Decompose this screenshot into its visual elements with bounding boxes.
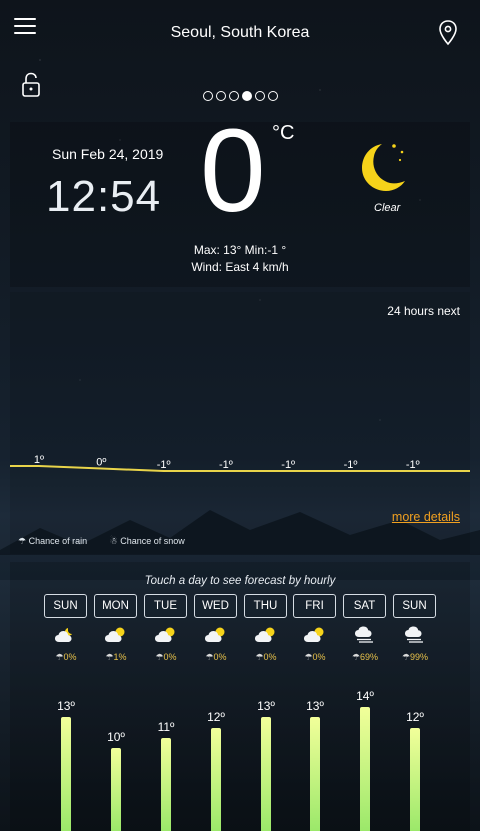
hourly-heading: 24 hours next [387, 304, 460, 318]
hour-temp-label: 0º [96, 457, 106, 469]
day-button[interactable]: MON [94, 594, 137, 618]
day-precip-chance: ☂0% [255, 652, 277, 662]
day-temp-label: 13º [257, 699, 275, 714]
app-header: Seoul, South Korea [0, 0, 480, 70]
hourly-forecast-panel[interactable]: 24 hours next 12:00 am☂0%01:00 am☂0%02:0… [10, 292, 470, 554]
day-button[interactable]: THU [244, 594, 287, 618]
wind-info: Wind: East 4 km/h [191, 260, 289, 274]
daily-forecast-panel: Touch a day to see forecast by hourly SU… [10, 562, 470, 831]
day-column: TUE ☂0% [144, 594, 188, 663]
current-time: 12:54 [46, 172, 162, 221]
location-pin-icon[interactable] [438, 20, 458, 46]
day-temp-bar [360, 707, 370, 831]
partly-cloudy-sun-icon [254, 626, 278, 644]
umbrella-icon: ☂ [55, 652, 64, 662]
hour-temp-label: -1º [281, 459, 295, 471]
partly-cloudy-sun-icon [104, 626, 128, 644]
current-weather-panel: Sun Feb 24, 2019 12:54 0 °C Clear Max: 1… [10, 112, 470, 287]
hour-temp-label: 1º [34, 454, 44, 466]
legend-rain: ☂ Chance of rain [18, 536, 88, 546]
hour-temp-label: -1º [406, 459, 420, 471]
temperature-unit: °C [272, 122, 295, 144]
umbrella-icon: ☂ [255, 652, 264, 662]
day-precip-chance: ☂69% [351, 652, 379, 662]
day-column: SAT ☂69% [343, 594, 387, 663]
day-precip-chance: ☂0% [55, 652, 77, 662]
minmax-temperature: Max: 13° Min:-1 ° [193, 243, 287, 257]
day-temp-bar [111, 748, 121, 831]
condition-text: Clear [374, 202, 401, 214]
umbrella-icon: ☂ [105, 652, 114, 662]
umbrella-icon: ☂ [401, 652, 411, 662]
day-column: WED ☂0% [194, 594, 238, 663]
page-dot[interactable] [215, 91, 226, 101]
legend: ☂ Chance of rain ☃ Chance of snow [18, 536, 205, 547]
day-button[interactable]: WED [194, 594, 237, 618]
day-precip-chance: ☂0% [205, 652, 227, 662]
day-button[interactable]: TUE [144, 594, 187, 618]
legend-snow: ☃ Chance of snow [109, 536, 185, 546]
snow-cloud-icon [353, 626, 377, 644]
crescent-moon-icon [362, 144, 405, 191]
day-column: THU ☂0% [244, 594, 288, 663]
hourly-temperature-line: 1º 0º -1º -1º -1º -1º -1º [10, 454, 470, 472]
day-temp-label: 13º [57, 699, 75, 714]
day-temp-bar [410, 727, 420, 831]
day-column: SUN ☂99% [393, 594, 437, 663]
hour-temp-label: -1º [157, 459, 171, 471]
daily-hint: Touch a day to see forecast by hourly [144, 575, 336, 587]
day-column: MON ☂1% [94, 594, 138, 663]
day-temp-bar [61, 717, 71, 831]
day-temp-bar [211, 727, 221, 831]
city-title[interactable]: Seoul, South Korea [0, 24, 480, 42]
page-dot[interactable] [241, 91, 252, 101]
umbrella-icon: ☂ [205, 652, 214, 662]
page-dot[interactable] [254, 91, 265, 101]
day-temp-label: 11º [157, 720, 175, 734]
day-column: FRI ☂0% [293, 594, 337, 663]
day-temp-bar [310, 717, 320, 831]
temp-line-path [10, 465, 470, 472]
page-dot[interactable] [228, 91, 239, 101]
snow-cloud-icon [403, 626, 427, 644]
day-precip-chance: ☂0% [304, 652, 326, 662]
day-temp-label: 13º [306, 699, 324, 714]
partly-cloudy-sun-icon [303, 626, 327, 644]
partly-cloudy-sun-icon [154, 626, 178, 644]
day-button[interactable]: SUN [44, 594, 87, 618]
umbrella-icon: ☂ [155, 652, 164, 662]
day-temp-bar [261, 717, 271, 831]
page-indicator [0, 88, 480, 106]
day-button[interactable]: SUN [393, 594, 436, 618]
current-date: Sun Feb 24, 2019 [52, 146, 164, 162]
day-button[interactable]: FRI [293, 594, 336, 618]
minmax-wind: Max: 13° Min:-1 ° Wind: East 4 km/h [10, 242, 470, 276]
page-dot[interactable] [267, 91, 278, 101]
day-column: SUN ☂0% [44, 594, 88, 663]
umbrella-icon: ☂ [351, 652, 361, 662]
day-temp-label: 14º [356, 689, 374, 703]
day-precip-chance: ☂99% [401, 652, 429, 662]
day-temp-label: 10º [107, 730, 125, 745]
partly-cloudy-sun-icon [204, 626, 228, 644]
page-dot[interactable] [202, 91, 213, 101]
hour-temp-label: -1º [344, 459, 358, 471]
day-temp-label: 12º [207, 709, 225, 724]
umbrella-icon: ☂ [304, 652, 313, 662]
menu-icon [14, 18, 36, 20]
current-temperature: 0 [200, 105, 266, 237]
day-button[interactable]: SAT [343, 594, 386, 618]
partly-cloudy-moon-icon [54, 626, 78, 644]
day-temp-bar [161, 738, 171, 831]
day-precip-chance: ☂1% [105, 652, 127, 662]
hour-temp-label: -1º [219, 459, 233, 471]
day-precip-chance: ☂0% [155, 652, 177, 662]
more-details-link[interactable]: more details [392, 510, 460, 524]
day-temp-label: 12º [406, 709, 424, 724]
